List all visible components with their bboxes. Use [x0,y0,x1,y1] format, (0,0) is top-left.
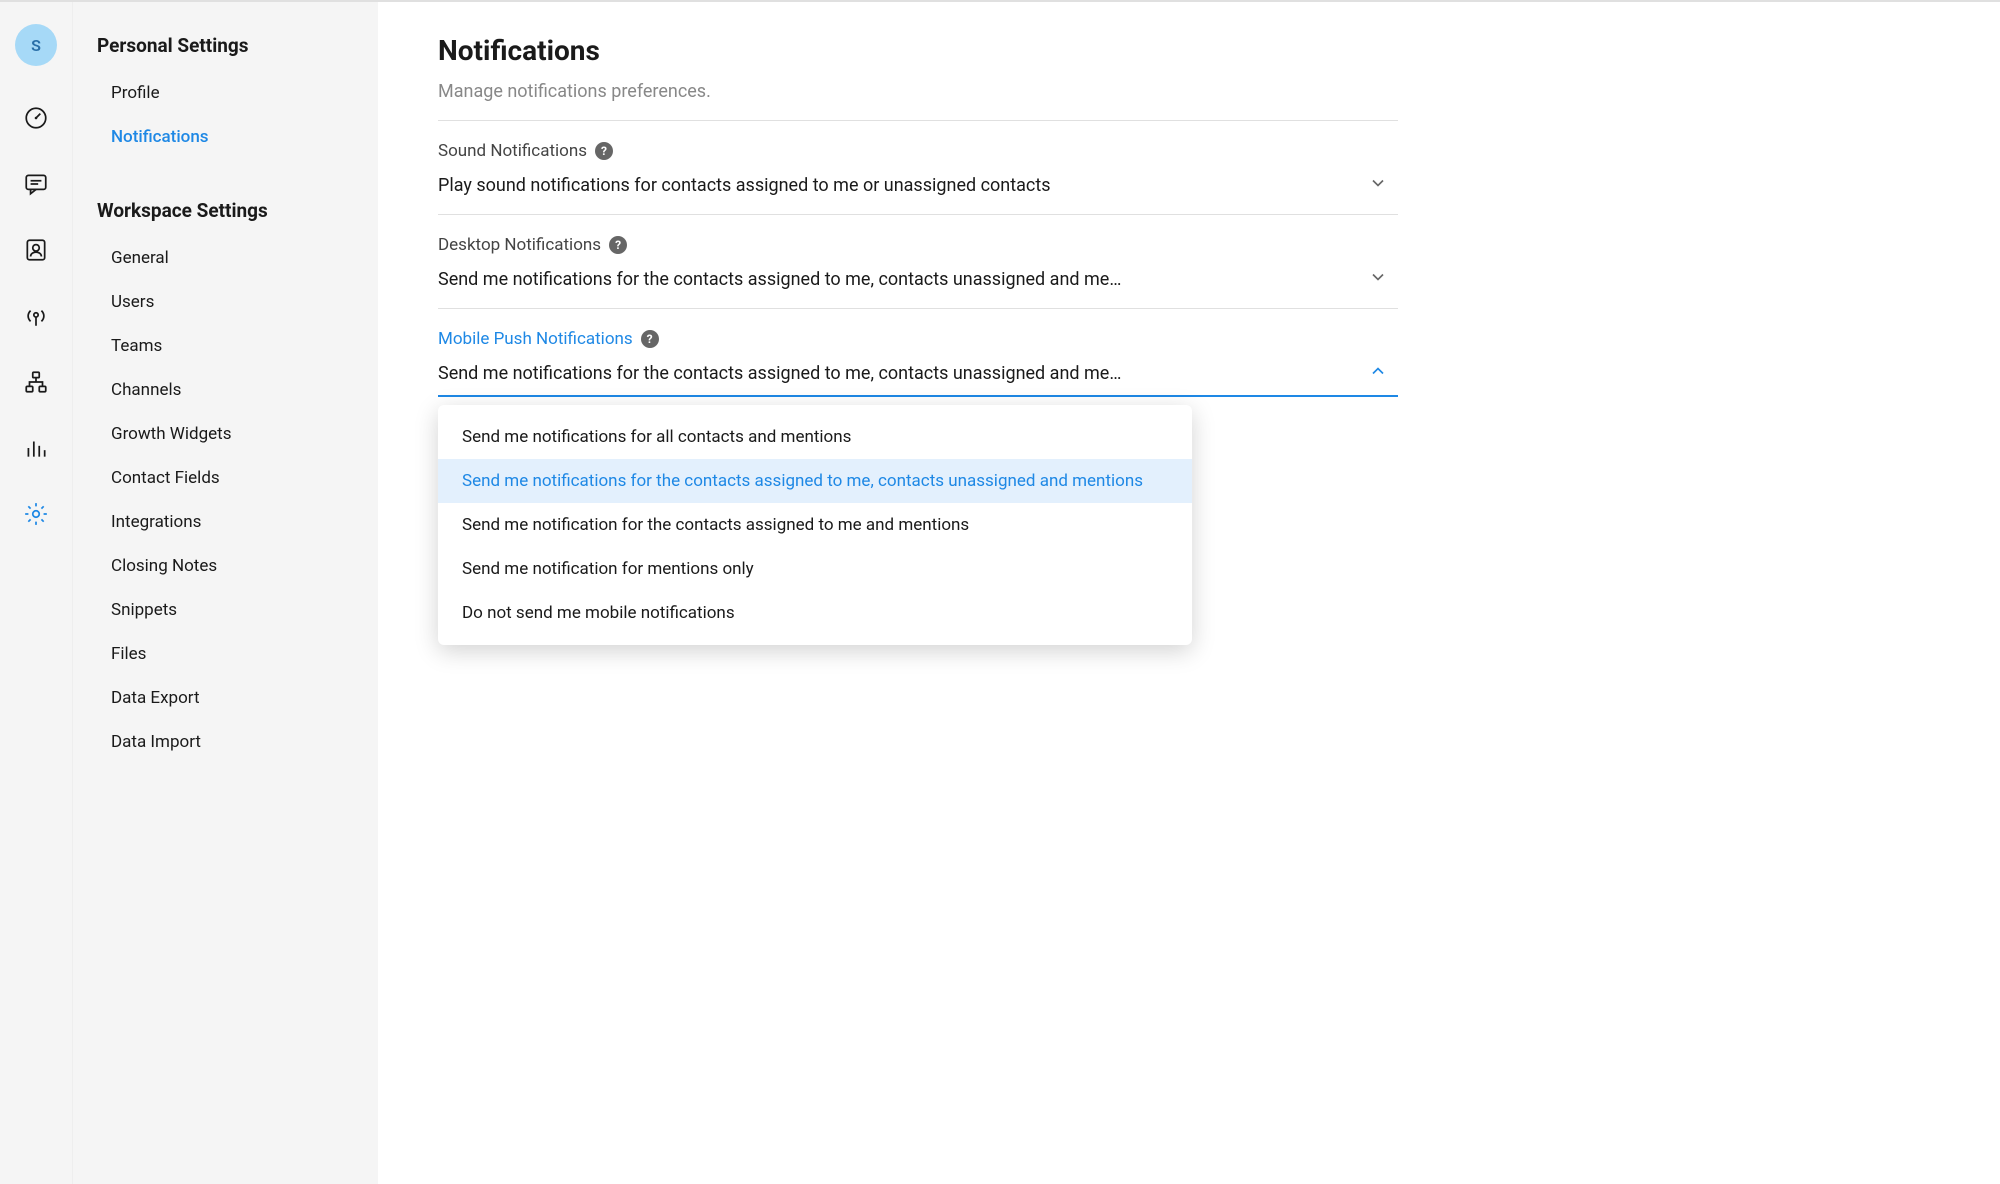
sidebar-item-channels[interactable]: Channels [73,368,378,412]
mobile-notifications-select[interactable]: Send me notifications for the contacts a… [438,361,1398,397]
chevron-down-icon [1368,267,1388,291]
avatar[interactable]: S [15,24,57,66]
sidebar-item-profile[interactable]: Profile [73,71,378,115]
contacts-icon[interactable] [22,236,50,264]
sidebar-item-growth-widgets[interactable]: Growth Widgets [73,412,378,456]
mobile-notifications-label: Mobile Push Notifications [438,329,633,349]
desktop-notifications-label: Desktop Notifications [438,235,601,255]
help-icon[interactable]: ? [609,236,627,254]
avatar-initial: S [31,36,41,55]
sidebar-item-integrations[interactable]: Integrations [73,500,378,544]
sidebar-item-files[interactable]: Files [73,632,378,676]
mobile-notifications-block: Mobile Push Notifications ? Send me noti… [438,308,1398,401]
desktop-notifications-block: Desktop Notifications ? Send me notifica… [438,214,1398,308]
dropdown-option[interactable]: Send me notification for mentions only [438,547,1192,591]
reports-icon[interactable] [22,434,50,462]
workflow-icon[interactable] [22,368,50,396]
dropdown-option[interactable]: Do not send me mobile notifications [438,591,1192,635]
desktop-notifications-select[interactable]: Send me notifications for the contacts a… [438,267,1398,304]
sound-notifications-label: Sound Notifications [438,141,587,161]
main-content: Notifications Manage notifications prefe… [378,2,2000,1184]
dropdown-option[interactable]: Send me notification for the contacts as… [438,503,1192,547]
dashboard-icon[interactable] [22,104,50,132]
mobile-notifications-value: Send me notifications for the contacts a… [438,363,1121,384]
mobile-notifications-dropdown: Send me notifications for all contacts a… [438,405,1192,645]
sidebar-item-snippets[interactable]: Snippets [73,588,378,632]
sidebar: Personal Settings Profile Notifications … [73,2,378,1184]
sidebar-item-data-export[interactable]: Data Export [73,676,378,720]
icon-rail: S [0,2,73,1184]
workspace-settings-title: Workspace Settings [73,199,378,236]
desktop-notifications-value: Send me notifications for the contacts a… [438,269,1121,290]
sound-notifications-value: Play sound notifications for contacts as… [438,175,1051,196]
broadcast-icon[interactable] [22,302,50,330]
messages-icon[interactable] [22,170,50,198]
dropdown-option[interactable]: Send me notifications for the contacts a… [438,459,1192,503]
sidebar-item-teams[interactable]: Teams [73,324,378,368]
chevron-up-icon [1368,361,1388,385]
chevron-down-icon [1368,173,1388,197]
sound-notifications-select[interactable]: Play sound notifications for contacts as… [438,173,1398,210]
personal-settings-title: Personal Settings [73,34,378,71]
page-subtitle: Manage notifications preferences. [438,81,1398,102]
sidebar-item-users[interactable]: Users [73,280,378,324]
sidebar-item-data-import[interactable]: Data Import [73,720,378,764]
dropdown-option[interactable]: Send me notifications for all contacts a… [438,415,1192,459]
sidebar-item-contact-fields[interactable]: Contact Fields [73,456,378,500]
sidebar-item-notifications[interactable]: Notifications [73,115,378,159]
help-icon[interactable]: ? [641,330,659,348]
sidebar-item-general[interactable]: General [73,236,378,280]
page-title: Notifications [438,34,1398,67]
sound-notifications-block: Sound Notifications ? Play sound notific… [438,120,1398,214]
settings-icon[interactable] [22,500,50,528]
sidebar-item-closing-notes[interactable]: Closing Notes [73,544,378,588]
help-icon[interactable]: ? [595,142,613,160]
